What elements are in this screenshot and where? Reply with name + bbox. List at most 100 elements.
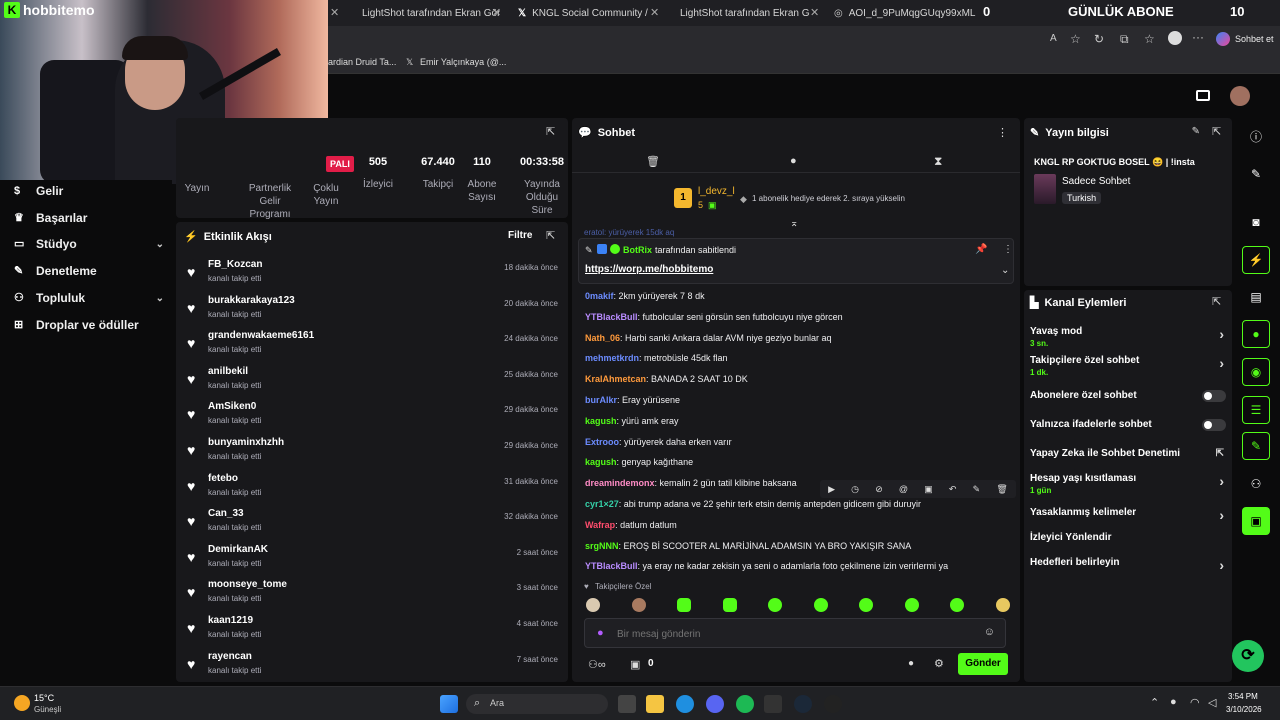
- multistream-label[interactable]: Çoklu Yayın: [304, 182, 348, 208]
- pin-icon[interactable]: ✎: [973, 484, 981, 495]
- sidebar-item-studio[interactable]: ▭ Stüdyo ⌄: [14, 237, 164, 251]
- community-points-icon[interactable]: ⚇∞: [588, 658, 606, 671]
- chat-message[interactable]: Nath_06: Harbi sanki Ankara dalar AVM ni…: [585, 333, 831, 343]
- chat-message[interactable]: dreamindemonx: kemalin 2 gün tatil klibi…: [585, 478, 797, 488]
- microphone-icon[interactable]: ●: [597, 627, 604, 639]
- chat-input-box[interactable]: ● ☺: [584, 618, 1006, 648]
- channel-action-row[interactable]: Yavaş mod 3 sn. ›: [1030, 326, 1226, 348]
- chat-username[interactable]: cyr1×27: [585, 499, 619, 509]
- stream-tab-label[interactable]: Yayın: [180, 182, 214, 195]
- emote-icon[interactable]: [768, 598, 783, 612]
- chat-message[interactable]: kagush: yürü amk eray: [585, 416, 679, 426]
- browser-tab[interactable]: LightShot tarafından Ekran Görün: [348, 3, 500, 23]
- chevron-right-icon[interactable]: ›: [1219, 507, 1224, 523]
- channel-action-row[interactable]: Yapay Zeka ile Sohbet Denetimi ⇱: [1030, 448, 1226, 459]
- filter-button[interactable]: Filtre: [508, 230, 532, 241]
- chat-settings-bubble-icon[interactable]: ●: [908, 658, 914, 669]
- browser-tab[interactable]: ◎ AOI_d_9PuMqgGUqy99xMLEgJF...: [826, 3, 976, 23]
- undo-icon[interactable]: ↶: [949, 484, 957, 495]
- chat-username[interactable]: kagush: [585, 416, 617, 426]
- popout-icon[interactable]: ⇱: [546, 126, 558, 138]
- channel-action-row[interactable]: Hedefleri belirleyin ›: [1030, 557, 1226, 573]
- extensions-icon[interactable]: ⧉: [1120, 32, 1129, 47]
- chat-message[interactable]: YTBlackBull: ya eray ne kadar zekisin ya…: [585, 561, 948, 571]
- close-tab-icon[interactable]: ✕: [810, 6, 819, 19]
- activity-feed-item[interactable]: ♥ FB_Kozcan kanalı takip etti 18 dakika önc…: [185, 257, 561, 291]
- activity-feed-item[interactable]: ♥ kaan1219 kanalı takip etti 4 saat önce: [185, 613, 561, 647]
- lightning-icon[interactable]: ⚡: [1242, 246, 1270, 274]
- mic-icon[interactable]: ●: [1170, 696, 1177, 708]
- emote-icon[interactable]: [813, 598, 828, 612]
- chat-message[interactable]: KralAhmetcan: BANADA 2 SAAT 10 DK: [585, 374, 748, 384]
- profile-avatar[interactable]: [1168, 31, 1182, 45]
- category-name[interactable]: Sadece Sohbet: [1062, 176, 1130, 187]
- task-view-icon[interactable]: [618, 695, 636, 713]
- activity-username[interactable]: rayencan: [208, 651, 252, 662]
- pinned-menu-icon[interactable]: ⋮: [1003, 244, 1013, 255]
- bookmark-item[interactable]: Emir Yalçınkaya (@...: [420, 57, 506, 67]
- chat-username[interactable]: YTBlackBull: [585, 561, 638, 571]
- chevron-down-icon[interactable]: ⌄: [1001, 265, 1009, 276]
- community-icon[interactable]: ⚇: [1242, 470, 1270, 498]
- sidebar-item-achievements[interactable]: ♛ Başarılar: [14, 211, 164, 225]
- chat-message[interactable]: YTBlackBull: futbolcular seni görsün sen…: [585, 312, 843, 322]
- sidebar-item-moderation[interactable]: ✎ Denetleme: [14, 264, 164, 278]
- close-tab-icon[interactable]: ✕: [492, 6, 501, 19]
- bookmark-item[interactable]: ardian Druid Ta...: [328, 57, 396, 67]
- chevron-right-icon[interactable]: ›: [1219, 355, 1224, 371]
- activity-username[interactable]: AmSiken0: [208, 401, 256, 412]
- theater-mode-icon[interactable]: [1196, 90, 1210, 101]
- tray-chevron-icon[interactable]: ⌃: [1150, 696, 1159, 709]
- sidebar-item-revenue[interactable]: $ Gelir: [14, 184, 164, 198]
- popout-icon[interactable]: ⇱: [1212, 296, 1224, 308]
- collections-icon[interactable]: ☆: [1144, 32, 1155, 46]
- copy-icon[interactable]: ▣: [924, 484, 933, 495]
- chevron-right-icon[interactable]: ›: [1219, 473, 1224, 489]
- terminal-icon[interactable]: [764, 695, 782, 713]
- edit-icon[interactable]: ✎: [1242, 160, 1270, 188]
- activity-feed-item[interactable]: ♥ bunyaminxhzhh kanalı takip etti 29 dakika…: [185, 435, 561, 469]
- external-link-icon[interactable]: ⇱: [1216, 448, 1224, 459]
- channel-action-row[interactable]: İzleyici Yönlendir: [1030, 532, 1226, 543]
- send-button[interactable]: Gönder: [958, 653, 1008, 675]
- chat-username[interactable]: Extrooo: [585, 437, 619, 447]
- chat-message[interactable]: kagush: genyap kağıthane: [585, 457, 693, 467]
- mention-icon[interactable]: @: [899, 484, 908, 494]
- steam-icon[interactable]: [794, 695, 812, 713]
- chat-username[interactable]: YTBlackBull: [585, 312, 638, 322]
- clock-time[interactable]: 3:54 PM: [1228, 692, 1258, 701]
- chat-bubble-icon[interactable]: ●: [1242, 320, 1270, 348]
- activity-feed-item[interactable]: ♥ AmSiken0 kanalı takip etti 29 dakika önce: [185, 399, 561, 433]
- discord-icon[interactable]: [706, 695, 724, 713]
- emote-icon[interactable]: [677, 598, 692, 612]
- spotify-icon[interactable]: [736, 695, 754, 713]
- refresh-icon[interactable]: ↻: [1094, 32, 1104, 46]
- popout-icon[interactable]: ⇱: [1212, 126, 1224, 138]
- chat-with-label[interactable]: Sohbet et: [1235, 34, 1274, 44]
- chat-username[interactable]: burAlkr: [585, 395, 617, 405]
- emote-icon[interactable]: [859, 598, 874, 612]
- channel-action-row[interactable]: Takipçilere özel sohbet 1 dk. ›: [1030, 355, 1226, 377]
- activity-feed-item[interactable]: ♥ fetebo kanalı takip etti 31 dakika önce: [185, 471, 561, 505]
- chevron-right-icon[interactable]: ›: [1219, 326, 1224, 342]
- camera-icon[interactable]: ◙: [1242, 208, 1270, 236]
- chat-menu-icon[interactable]: ⋮: [997, 126, 1008, 139]
- timeout-icon[interactable]: ◷: [851, 484, 859, 495]
- emote-icon[interactable]: [586, 598, 600, 612]
- emote-icon[interactable]: [631, 598, 646, 612]
- chat-username[interactable]: KralAhmetcan: [585, 374, 646, 384]
- chat-message[interactable]: mehmetkrdn: metrobüsle 45dk flan: [585, 353, 728, 363]
- activity-username[interactable]: grandenwakaeme6161: [208, 330, 314, 341]
- file-explorer-icon[interactable]: [646, 695, 664, 713]
- chat-username[interactable]: dreamindemonx: [585, 478, 655, 488]
- chat-icon[interactable]: ●: [790, 155, 797, 167]
- browser-tab[interactable]: LightShot tarafından Ekran Görün: [666, 3, 810, 23]
- close-tab-icon[interactable]: ✕: [650, 6, 659, 19]
- read-aloud-icon[interactable]: A: [1050, 33, 1057, 44]
- support-chat-icon[interactable]: ⟳: [1232, 640, 1264, 672]
- pin-icon[interactable]: 📌: [975, 244, 987, 255]
- chat-username[interactable]: 0makif: [585, 291, 614, 301]
- queue-icon[interactable]: ☰: [1242, 396, 1270, 424]
- activity-feed-item[interactable]: ♥ Can_33 kanalı takip etti 32 dakika önce: [185, 506, 561, 540]
- activity-feed-item[interactable]: ♥ rayencan kanalı takip etti 7 saat önce: [185, 649, 561, 683]
